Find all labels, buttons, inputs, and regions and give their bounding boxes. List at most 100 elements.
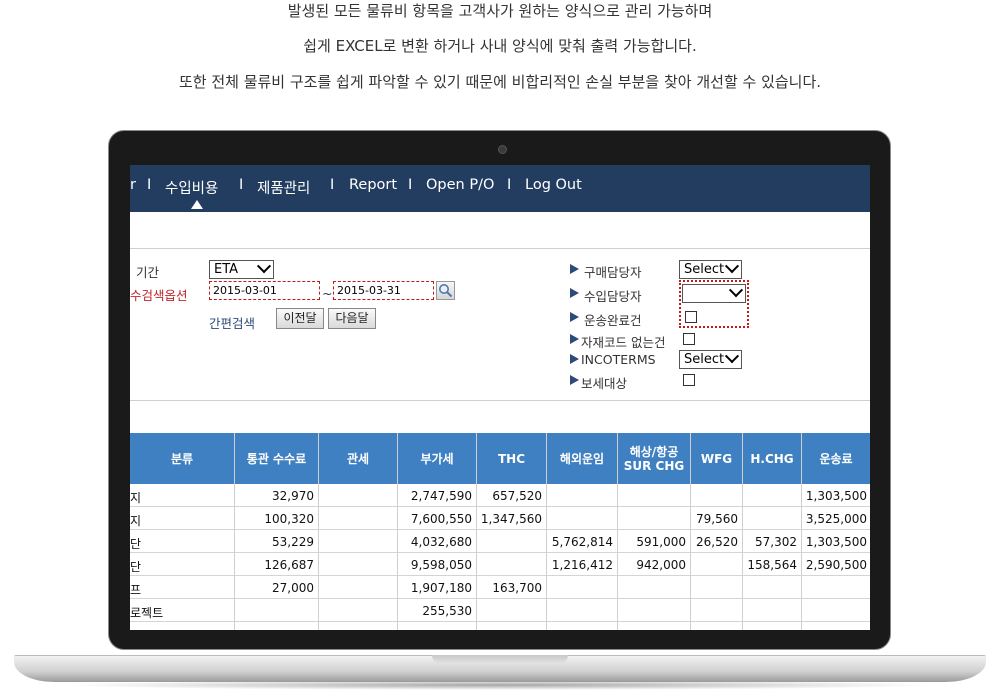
app-screen: r I 수입비용 I 제품관리 I Report I Open P/O I Lo…: [130, 165, 870, 630]
incoterms-select-value: Select: [684, 352, 725, 367]
table-cell: 163,700: [492, 581, 542, 595]
chevron-down-icon: [724, 349, 740, 364]
table-cell: 9,598,050: [410, 558, 472, 572]
column-header[interactable]: 해외운임: [547, 433, 617, 484]
table-cell: 로젝트: [130, 606, 164, 620]
row-divider: [130, 598, 870, 599]
bonded-checkbox[interactable]: [683, 374, 695, 386]
table-cell: 4,032,680: [410, 535, 472, 549]
nav-item-report[interactable]: Report: [349, 177, 397, 193]
period-label: 기간: [136, 265, 160, 280]
bullet-triangle-icon: [570, 334, 579, 344]
row-divider: [130, 621, 870, 622]
nav-separator: I: [330, 177, 335, 193]
table-cell: 255,530: [422, 604, 472, 618]
no-material-code-label: 자재코드 없는건: [581, 335, 666, 350]
table-cell: 100,320: [264, 512, 314, 526]
table-cell: 32,970: [272, 489, 314, 503]
no-material-code-checkbox[interactable]: [683, 333, 695, 345]
column-header[interactable]: 통관 수수료: [235, 433, 318, 484]
buyer-label: 구매담당자: [584, 265, 642, 280]
table-cell: 1,347,560: [480, 512, 542, 526]
quick-search-label: 간편검색: [209, 316, 256, 331]
column-header[interactable]: 운송료: [802, 433, 870, 484]
intro-line-3: 또한 전체 물류비 구조를 쉽게 파악할 수 있기 때문에 비합리적인 손실 부…: [178, 73, 822, 91]
bonded-label: 보세대상: [581, 376, 628, 391]
date-from-input[interactable]: 2015-03-01: [209, 281, 320, 300]
column-header[interactable]: 부가세: [398, 433, 476, 484]
buyer-select[interactable]: Select: [679, 259, 742, 279]
nav-item-log-out[interactable]: Log Out: [525, 177, 582, 193]
table-cell: 지: [130, 491, 142, 505]
active-caret-icon: [191, 200, 203, 209]
row-divider: [130, 552, 870, 553]
period-select[interactable]: ETA: [209, 259, 274, 279]
table-cell: 657,520: [492, 489, 542, 503]
column-divider: [546, 433, 547, 630]
column-header[interactable]: THC: [477, 433, 546, 484]
column-divider: [617, 433, 618, 630]
table-cell: 프: [130, 583, 142, 597]
table-cell: 1,303,500: [805, 489, 867, 503]
bullet-triangle-icon: [570, 354, 579, 364]
date-range-tilde: ~: [322, 286, 333, 301]
nav-separator: I: [147, 177, 152, 193]
bullet-triangle-icon: [570, 288, 579, 298]
table-cell: 단: [130, 560, 142, 574]
next-month-button[interactable]: 다음달: [328, 308, 376, 329]
table-cell: 지: [130, 514, 142, 528]
column-header[interactable]: WFG: [691, 433, 742, 484]
top-nav-bar: r I 수입비용 I 제품관리 I Report I Open P/O I Lo…: [130, 165, 870, 212]
column-divider: [234, 433, 235, 630]
column-header[interactable]: 분류: [130, 433, 234, 484]
importer-label: 수입담당자: [584, 289, 642, 304]
table-cell: 3,525,000: [805, 512, 867, 526]
prev-month-button[interactable]: 이전달: [276, 308, 324, 329]
search-icon: [439, 284, 453, 298]
bullet-triangle-icon: [570, 312, 579, 322]
camera-icon: [498, 145, 507, 154]
nav-item-open-po[interactable]: Open P/O: [426, 177, 494, 193]
nav-separator: I: [408, 177, 413, 193]
incoterms-label: INCOTERMS: [581, 352, 656, 367]
column-divider: [397, 433, 398, 630]
chevron-down-icon: [724, 259, 740, 274]
table-cell: 79,560: [696, 512, 738, 526]
divider: [130, 248, 870, 249]
intro-line-1: 발생된 모든 물류비 항목을 고객사가 원하는 양식으로 관리 가능하며: [287, 2, 713, 20]
table-cell: 2,590,500: [805, 558, 867, 572]
incoterms-select[interactable]: Select: [679, 349, 742, 369]
shipping-done-label: 운송완료건: [584, 313, 642, 328]
chevron-down-icon: [256, 259, 272, 274]
table-cell: 27,000: [272, 581, 314, 595]
date-to-input[interactable]: 2015-03-31: [333, 281, 434, 300]
laptop-notch: [432, 655, 568, 664]
table-cell: 126,687: [264, 558, 314, 572]
column-divider: [742, 433, 743, 630]
column-header[interactable]: 해상/항공 SUR CHG: [618, 433, 690, 484]
bullet-triangle-icon: [570, 264, 579, 274]
search-option-label: 수검색옵션: [130, 288, 188, 303]
period-select-value: ETA: [214, 262, 239, 277]
column-divider: [318, 433, 319, 630]
bullet-triangle-icon: [570, 375, 579, 385]
divider: [130, 400, 870, 401]
column-divider: [476, 433, 477, 630]
column-header[interactable]: 관세: [319, 433, 397, 484]
row-divider: [130, 529, 870, 530]
nav-separator: I: [507, 177, 512, 193]
nav-item-import-costs[interactable]: 수입비용: [165, 177, 218, 198]
row-divider: [130, 506, 870, 507]
nav-item-partial[interactable]: r: [130, 177, 136, 193]
row-divider: [130, 575, 870, 576]
highlight-box: [679, 280, 749, 328]
intro-line-2: 쉽게 EXCEL로 변환 하거나 사내 양식에 맞춰 출력 가능합니다.: [303, 37, 697, 55]
nav-separator: I: [239, 177, 244, 193]
column-divider: [690, 433, 691, 630]
search-button[interactable]: [436, 281, 455, 300]
table-cell: 단: [130, 537, 142, 551]
column-header[interactable]: H.CHG: [743, 433, 801, 484]
nav-item-product-management[interactable]: 제품관리: [257, 177, 310, 198]
column-divider: [801, 433, 802, 630]
table-cell: 53,229: [272, 535, 314, 549]
